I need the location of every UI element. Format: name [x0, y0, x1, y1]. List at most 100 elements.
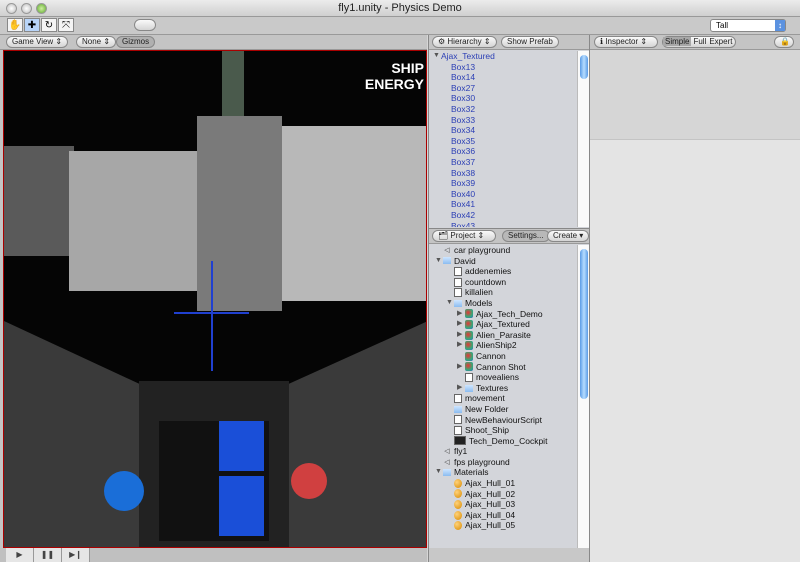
move-tool-icon[interactable]: ✚: [24, 18, 40, 32]
project-menu[interactable]: 🗂 Project ⇕: [432, 230, 496, 242]
project-item[interactable]: ◁ car playground: [429, 245, 577, 256]
project-item[interactable]: Shoot_Ship: [429, 425, 577, 436]
project-item-label: Ajax_Hull_01: [465, 478, 516, 489]
step-button[interactable]: ▶❙: [62, 548, 90, 562]
mode-selector[interactable]: Simple Full Expert: [662, 36, 737, 48]
folder-icon: [465, 384, 473, 392]
project-item-label: movement: [465, 393, 505, 404]
project-item[interactable]: ▶ Ajax_Textured: [429, 319, 577, 330]
project-item[interactable]: addenemies: [429, 266, 577, 277]
project-item[interactable]: Ajax_Hull_02: [429, 489, 577, 500]
hierarchy-item[interactable]: Box14: [429, 72, 577, 83]
hierarchy-item[interactable]: Box39: [429, 178, 577, 189]
project-item[interactable]: ▼ Materials: [429, 467, 577, 478]
project-item[interactable]: ▶ Alien_Parasite: [429, 330, 577, 341]
disclosure-open-icon[interactable]: ▼: [435, 256, 443, 267]
hierarchy-item[interactable]: Box30: [429, 93, 577, 104]
project-item-label: countdown: [465, 276, 507, 287]
disclosure-closed-icon[interactable]: ▶: [457, 319, 465, 330]
hierarchy-item[interactable]: Box27: [429, 83, 577, 94]
disclosure-closed-icon[interactable]: ▶: [457, 340, 465, 351]
hierarchy-item[interactable]: Box33: [429, 115, 577, 126]
project-item[interactable]: Ajax_Hull_03: [429, 499, 577, 510]
hierarchy-item[interactable]: Box40: [429, 189, 577, 200]
hierarchy-item[interactable]: Box43: [429, 221, 577, 228]
hierarchy-item[interactable]: Box13: [429, 62, 577, 73]
close-button[interactable]: [6, 3, 17, 14]
disclosure-open-icon[interactable]: ▼: [446, 298, 454, 309]
hierarchy-scrollbar[interactable]: [577, 51, 589, 227]
hierarchy-item[interactable]: Box41: [429, 199, 577, 210]
disclosure-closed-icon[interactable]: ▶: [457, 383, 465, 394]
project-item[interactable]: Tech_Demo_Cockpit: [429, 436, 577, 447]
project-item[interactable]: ▶ Cannon Shot: [429, 362, 577, 373]
project-item[interactable]: NewBehaviourScript: [429, 415, 577, 426]
hierarchy-item[interactable]: Box37: [429, 157, 577, 168]
project-item[interactable]: Ajax_Hull_01: [429, 478, 577, 489]
play-button[interactable]: ▶: [6, 548, 34, 562]
project-item-label: NewBehaviourScript: [465, 414, 543, 425]
project-item[interactable]: Cannon: [429, 351, 577, 362]
project-item[interactable]: killalien: [429, 287, 577, 298]
zoom-button[interactable]: [36, 3, 47, 14]
pause-button[interactable]: ❚❚: [34, 548, 62, 562]
hierarchy-item[interactable]: Box35: [429, 136, 577, 147]
model-icon: [465, 330, 473, 340]
aspect-menu[interactable]: None ⇕: [76, 36, 117, 48]
mat-icon: [454, 489, 462, 499]
layout-value: Tall: [716, 21, 729, 30]
project-scrollbar[interactable]: [577, 245, 589, 549]
view-menu[interactable]: Game View ⇕: [6, 36, 69, 48]
scale-tool-icon[interactable]: ⤧: [58, 18, 74, 32]
project-item[interactable]: movealiens: [429, 372, 577, 383]
mode-full[interactable]: Full: [691, 37, 708, 46]
project-item[interactable]: Ajax_Hull_05: [429, 520, 577, 531]
disclosure-closed-icon[interactable]: ▶: [457, 309, 465, 320]
project-item-label: Ajax_Hull_05: [465, 520, 516, 531]
folder-icon: [443, 257, 451, 265]
project-item-label: Materials: [454, 467, 489, 478]
create-menu[interactable]: Create ▾: [547, 230, 590, 242]
hierarchy-item[interactable]: Box42: [429, 210, 577, 221]
minimize-button[interactable]: [21, 3, 32, 14]
hierarchy-root[interactable]: ▼ Ajax_Textured: [429, 51, 577, 62]
hand-tool-icon[interactable]: ✋: [7, 18, 23, 32]
inspector-menu[interactable]: ℹ Inspector ⇕: [594, 36, 658, 48]
project-item[interactable]: movement: [429, 393, 577, 404]
project-item[interactable]: ▼ David: [429, 256, 577, 267]
hierarchy-menu[interactable]: ⚙ Hierarchy ⇕: [432, 36, 497, 48]
game-viewport[interactable]: SHIP ENERGY: [3, 50, 427, 548]
project-item[interactable]: countdown: [429, 277, 577, 288]
inspector-header: ℹ Inspector ⇕ Simple Full Expert 🔒: [590, 35, 800, 50]
mat-icon: [454, 521, 462, 531]
project-item[interactable]: ◁ fly1: [429, 446, 577, 457]
disclosure-open-icon[interactable]: ▼: [435, 467, 443, 478]
lock-icon[interactable]: 🔒: [774, 36, 794, 48]
hierarchy-item[interactable]: Box36: [429, 146, 577, 157]
mode-expert[interactable]: Expert: [708, 37, 735, 46]
layout-dropdown[interactable]: Tall ↕: [710, 19, 786, 32]
rotate-tool-icon[interactable]: ↻: [41, 18, 57, 32]
hierarchy-item[interactable]: Box38: [429, 168, 577, 179]
mode-simple[interactable]: Simple: [663, 37, 692, 46]
hierarchy-item[interactable]: Box32: [429, 104, 577, 115]
project-item[interactable]: ▶ Textures: [429, 383, 577, 394]
project-item[interactable]: ▼ Models: [429, 298, 577, 309]
hierarchy-item[interactable]: Box34: [429, 125, 577, 136]
project-item[interactable]: ▶ AlienShip2: [429, 340, 577, 351]
disclosure-closed-icon[interactable]: ▶: [457, 330, 465, 341]
hud-ship: SHIP: [391, 60, 424, 76]
show-prefab-button[interactable]: Show Prefab: [501, 36, 559, 48]
project-item-label: fps playground: [454, 456, 510, 467]
project-item[interactable]: ▶ Ajax_Tech_Demo: [429, 309, 577, 320]
gizmos-button[interactable]: Gizmos: [116, 36, 156, 48]
ship-antenna: [222, 51, 244, 126]
project-item[interactable]: ◁ fps playground: [429, 457, 577, 468]
project-item[interactable]: New Folder: [429, 404, 577, 415]
project-item[interactable]: Ajax_Hull_04: [429, 510, 577, 521]
model-icon: [465, 362, 473, 372]
settings-button[interactable]: Settings...: [502, 230, 550, 242]
pivot-toggle-icon[interactable]: [134, 19, 156, 31]
disclosure-closed-icon[interactable]: ▶: [457, 362, 465, 373]
project-item-label: car playground: [454, 245, 511, 255]
